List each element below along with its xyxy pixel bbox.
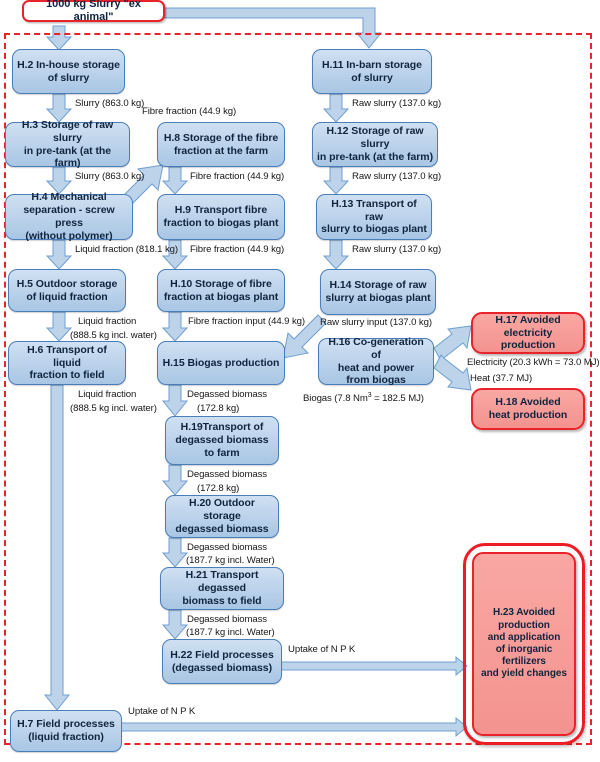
flow-label-h5-h6-line1: Liquid fraction bbox=[78, 316, 137, 327]
arrow-h8-to-h9 bbox=[161, 166, 189, 195]
node-h4-label: H.4 Mechanical separation - screw press (w… bbox=[23, 191, 115, 242]
flow-label-h16-h18-heat: Heat (37.7 MJ) bbox=[470, 373, 533, 384]
flow-label-h16-h17-electricity: Electricity (20.3 kWh = 73.0 MJ) bbox=[467, 357, 600, 368]
flow-label-h15-h16-biogas: Biogas (7.8 Nm3 = 182.5 MJ) bbox=[303, 392, 424, 405]
flow-label-h10-h15: Fibre fraction input (44.9 kg) bbox=[188, 316, 305, 327]
flow-label-h6-h7-line2: (888.5 kg incl. water) bbox=[70, 403, 157, 414]
flow-label-h9-h10: Fibre fraction (44.9 kg) bbox=[190, 244, 285, 255]
arrow-h12-to-h13 bbox=[322, 166, 350, 195]
flow-label-h15-h19-line2: (172.8 kg) bbox=[197, 403, 240, 414]
flow-label-h11-h12: Raw slurry (137.0 kg) bbox=[352, 98, 442, 109]
flow-label-h19-h20-line1: Degassed biomass bbox=[187, 469, 267, 480]
node-h22-field-processes-degassed[interactable]: H.22 Field processes (degassed biomass) bbox=[162, 639, 282, 684]
flow-label-h14-h15-input: Raw slurry input (137.0 kg) bbox=[320, 317, 432, 328]
flow-label-h22-h23-uptake: Uptake of N P K bbox=[288, 644, 356, 655]
node-h4-mechanical-separation[interactable]: H.4 Mechanical separation - screw press (w… bbox=[5, 191, 133, 242]
flow-label-h2-h3: Slurry (863.0 kg) bbox=[75, 98, 145, 109]
arrow-h10-to-h15 bbox=[161, 311, 189, 342]
node-h15-label: H.15 Biogas production bbox=[162, 356, 280, 369]
node-h10-storage-fibre-biogas-plant[interactable]: H.10 Storage of fibre fraction at biogas … bbox=[157, 269, 285, 312]
flow-label-h21-h22-line1: Degassed biomass bbox=[187, 614, 267, 625]
node-h11-label: H.11 In-barn storage of slurry bbox=[322, 58, 422, 84]
flowchart-canvas: 1000 kg Slurry "ex animal" H.2 In-house … bbox=[0, 0, 600, 762]
flow-label-h15-h19-line1: Degassed biomass bbox=[187, 389, 267, 400]
flow-label-h20-h21-line2: (187.7 kg incl. Water) bbox=[186, 555, 275, 566]
arrow-h20-to-h21 bbox=[161, 537, 189, 568]
node-h23-label: H.23 Avoided production and application of … bbox=[481, 607, 567, 680]
node-h13-label: H.13 Transport of raw slurry to biogas pl… bbox=[321, 197, 427, 236]
node-h10-label: H.10 Storage of fibre fraction at biogas … bbox=[163, 277, 279, 303]
node-h5-label: H.5 Outdoor storage of liquid fraction bbox=[16, 277, 118, 303]
flow-label-h20-h21-line1: Degassed biomass bbox=[187, 542, 267, 553]
node-h20-outdoor-storage-degassed[interactable]: H.20 Outdoor storage degassed biomass bbox=[165, 495, 279, 538]
node-h3-label: H.3 Storage of raw slurry in pre-tank (at… bbox=[21, 118, 114, 170]
node-h16-label: H.16 Co-generation of heat and power from … bbox=[328, 335, 424, 387]
node-h2-label: H.2 In-house storage of slurry bbox=[17, 58, 120, 84]
node-h13-transport-raw-slurry[interactable]: H.13 Transport of raw slurry to biogas pl… bbox=[316, 194, 432, 240]
node-h5-outdoor-storage-liquid[interactable]: H.5 Outdoor storage of liquid fraction bbox=[8, 269, 126, 312]
arrow-h15-to-h19 bbox=[161, 384, 189, 417]
arrow-h21-to-h22 bbox=[161, 609, 189, 640]
node-h18-avoided-heat[interactable]: H.18 Avoided heat production bbox=[471, 388, 585, 430]
arrow-h5-to-h6 bbox=[45, 311, 73, 342]
node-h15-biogas-production[interactable]: H.15 Biogas production bbox=[157, 341, 285, 385]
node-h14-label: H.14 Storage of raw slurry at biogas plan… bbox=[325, 279, 431, 304]
flow-label-h19-h20-line2: (172.8 kg) bbox=[197, 483, 240, 494]
arrow-title-to-h11 bbox=[164, 7, 383, 49]
flow-label-h13-h14: Raw slurry (137.0 kg) bbox=[352, 244, 442, 255]
arrow-h3-to-h4 bbox=[45, 166, 73, 195]
node-h8-storage-fibre-farm[interactable]: H.8 Storage of the fibre fraction at the … bbox=[157, 122, 285, 167]
node-h8-label: H.8 Storage of the fibre fraction at the … bbox=[163, 131, 279, 157]
arrow-h11-to-h12 bbox=[322, 93, 350, 123]
node-h12-label: H.12 Storage of raw slurry in pre-tank (a… bbox=[317, 125, 434, 163]
flow-label-h12-h13: Raw slurry (137.0 kg) bbox=[352, 171, 442, 182]
flow-label-h7-h23-uptake: Uptake of N P K bbox=[128, 706, 196, 717]
node-title-label: 1000 kg Slurry "ex animal" bbox=[46, 0, 141, 23]
node-h6-transport-liquid-to-field[interactable]: H.6 Transport of liquid fraction to field bbox=[8, 341, 126, 385]
node-h16-cogeneration-heat-power[interactable]: H.16 Co-generation of heat and power from … bbox=[318, 335, 434, 387]
arrow-h7-to-h23 bbox=[117, 716, 468, 738]
arrow-h13-to-h14 bbox=[322, 239, 350, 270]
node-h9-transport-fibre-biogas[interactable]: H.9 Transport fibre fraction to biogas pl… bbox=[157, 194, 285, 240]
node-h17-label: H.17 Avoided electricity production bbox=[495, 313, 561, 352]
node-h11-in-barn-storage[interactable]: H.11 In-barn storage of slurry bbox=[312, 49, 432, 94]
flow-label-h5-h6-line2: (888.5 kg incl. water) bbox=[70, 330, 157, 341]
arrow-h19-to-h20 bbox=[161, 464, 189, 496]
node-h23-avoided-fertilizer-production[interactable]: H.23 Avoided production and application of … bbox=[472, 552, 576, 736]
node-h18-label: H.18 Avoided heat production bbox=[488, 396, 568, 421]
node-h12-storage-raw-slurry-pretank[interactable]: H.12 Storage of raw slurry in pre-tank (a… bbox=[312, 122, 438, 167]
arrow-h4-to-h5 bbox=[45, 239, 73, 270]
node-h21-label: H.21 Transport degassed biomass to field bbox=[182, 569, 262, 607]
arrow-h16-to-h17 bbox=[433, 325, 472, 362]
flow-label-h21-h22-line2: (187.7 kg incl. Water) bbox=[186, 627, 275, 638]
flow-label-h8-h9: Fibre fraction (44.9 kg) bbox=[190, 171, 285, 182]
arrow-h2-to-h3 bbox=[45, 93, 73, 123]
node-h19-transport-degassed-to-farm[interactable]: H.19Transport of degassed biomass to farm bbox=[165, 416, 279, 465]
node-h21-transport-degassed-to-field[interactable]: H.21 Transport degassed biomass to field bbox=[160, 567, 284, 610]
node-h9-label: H.9 Transport fibre fraction to biogas pl… bbox=[163, 204, 279, 229]
node-h7-label: H.7 Field processes (liquid fraction) bbox=[17, 718, 115, 743]
arrow-h16-to-h18 bbox=[433, 354, 472, 391]
arrow-h22-to-h23 bbox=[265, 655, 468, 677]
arrow-h6-to-h7 bbox=[43, 384, 71, 711]
flow-label-h4-h5: Liquid fraction (818.1 kg) bbox=[75, 244, 178, 255]
node-h14-storage-raw-slurry-biogas[interactable]: H.14 Storage of raw slurry at biogas plan… bbox=[320, 269, 436, 315]
node-h2-in-house-storage[interactable]: H.2 In-house storage of slurry bbox=[12, 49, 125, 94]
node-title-slurry-ex-animal: 1000 kg Slurry "ex animal" bbox=[22, 0, 165, 23]
flow-label-h6-h7-line1: Liquid fraction bbox=[78, 389, 137, 400]
node-h22-label: H.22 Field processes (degassed biomass) bbox=[170, 648, 274, 674]
node-h19-label: H.19Transport of degassed biomass to farm bbox=[175, 421, 269, 459]
node-h7-field-processes-liquid[interactable]: H.7 Field processes (liquid fraction) bbox=[10, 710, 122, 752]
node-h17-avoided-electricity[interactable]: H.17 Avoided electricity production bbox=[471, 312, 585, 354]
node-h6-label: H.6 Transport of liquid fraction to field bbox=[27, 343, 107, 382]
arrow-title-to-h2 bbox=[45, 25, 73, 51]
node-h3-storage-raw-slurry-pretank[interactable]: H.3 Storage of raw slurry in pre-tank (at… bbox=[5, 118, 130, 170]
node-h20-label: H.20 Outdoor storage degassed biomass bbox=[175, 497, 269, 535]
flow-label-h3-h4: Slurry (863.0 kg) bbox=[75, 171, 145, 182]
flow-label-h4-h8: Fibre fraction (44.9 kg) bbox=[142, 106, 237, 117]
